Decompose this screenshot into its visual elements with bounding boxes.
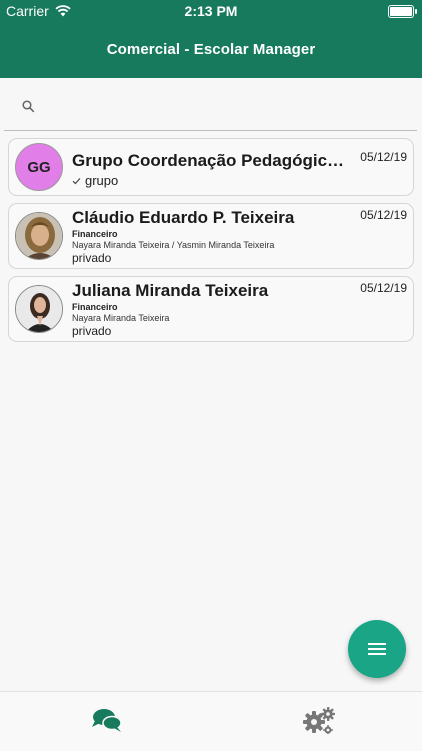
gears-icon [303,707,335,735]
page-title: Comercial - Escolar Manager [106,41,316,58]
status-time: 2:13 PM [184,3,238,19]
search-icon [22,100,35,113]
tab-chats[interactable] [91,706,127,736]
conversation-privacy: privado [72,251,112,265]
conversation-name: Cláudio Eduardo P. Teixeira [72,208,295,227]
conversation-role: Financeiro [72,302,118,312]
check-icon [72,177,81,184]
menu-icon [368,643,386,655]
conversation-privacy: privado [72,324,112,338]
avatar [15,212,63,260]
conversation-date: 05/12/19 [360,281,407,295]
status-bar: Carrier 2:13 PM [0,0,422,22]
tab-settings[interactable] [302,706,338,736]
user-photo-icon [16,213,62,259]
conversation-item-claudio[interactable]: Cláudio Eduardo P. Teixeira 05/12/19 Fin… [8,203,414,269]
avatar: GG [15,143,63,191]
app-header: Carrier 2:13 PM Comercial - Escolar Mana… [0,0,422,78]
conversation-item-juliana[interactable]: Juliana Miranda Teixeira 05/12/19 Financ… [8,276,414,342]
chat-bubbles-icon [92,709,122,732]
conversation-participants: Nayara Miranda Teixeira / Yasmin Miranda… [72,240,275,250]
conversation-type-label: grupo [85,173,119,188]
conversation-type: grupo [72,173,118,188]
conversation-name: Juliana Miranda Teixeira [72,281,269,300]
battery-icon [388,5,417,18]
avatar-initials: GG [27,158,51,176]
menu-fab-button[interactable] [348,620,406,678]
conversation-role: Financeiro [72,229,118,239]
avatar [15,285,63,333]
conversation-item-group[interactable]: GG Grupo Coordenação Pedagógica - ... 05… [8,138,414,196]
conversation-list: GG Grupo Coordenação Pedagógica - ... 05… [8,138,414,349]
conversation-date: 05/12/19 [360,208,407,222]
user-photo-icon [16,286,62,332]
conversation-date: 05/12/19 [360,150,407,164]
tab-bar [0,691,422,751]
conversation-participants: Nayara Miranda Teixeira [72,313,170,323]
search-bar[interactable] [4,88,417,131]
conversation-name: Grupo Coordenação Pedagógica - ... [72,151,347,170]
search-input[interactable] [48,94,402,124]
